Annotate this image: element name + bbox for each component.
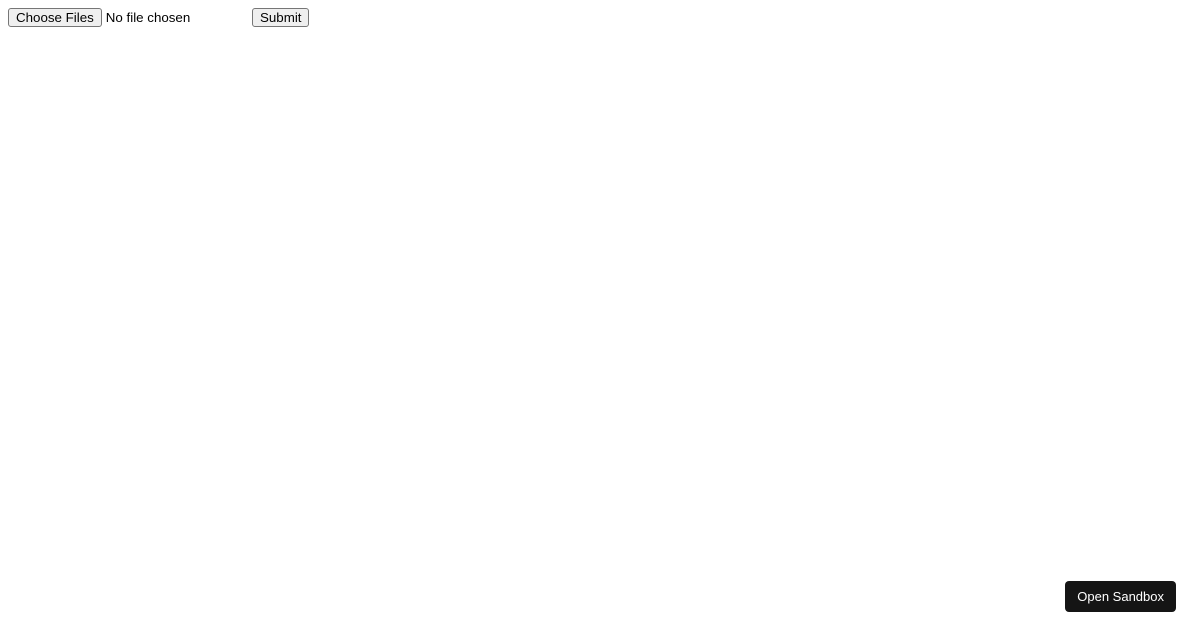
choose-files-button[interactable]: Choose Files [8,8,102,27]
submit-button[interactable]: Submit [252,8,309,27]
open-sandbox-button[interactable]: Open Sandbox [1065,581,1176,612]
file-status-text: No file chosen [106,10,190,25]
upload-form: Choose Files No file chosen Submit [8,8,1192,27]
file-input[interactable]: Choose Files No file chosen [8,8,248,27]
